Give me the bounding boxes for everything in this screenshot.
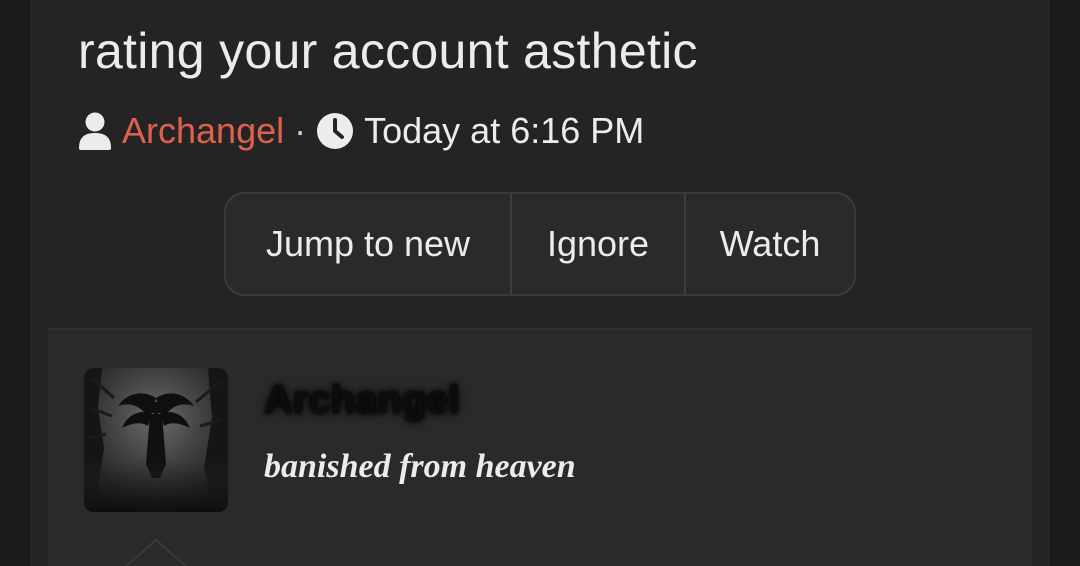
meta-separator: · <box>294 110 307 151</box>
page: rating your account asthetic Archangel ·… <box>0 0 1080 566</box>
thread-title: rating your account asthetic <box>78 23 698 79</box>
avatar[interactable] <box>84 368 228 512</box>
clock-icon <box>316 112 354 150</box>
thread-date[interactable]: Today at 6:16 PM <box>364 110 644 152</box>
user-title: banished from heaven <box>264 448 576 485</box>
thread-actions: Jump to new Ignore Watch <box>224 192 856 296</box>
thread-author-link[interactable]: Archangel <box>122 110 284 152</box>
post-card: Archangel banished from heaven <box>48 328 1032 566</box>
ignore-button[interactable]: Ignore <box>510 194 684 294</box>
thread-meta: Archangel · Today at 6:16 PM <box>78 108 644 154</box>
post-pointer-arrow <box>126 538 186 566</box>
user-icon <box>78 112 112 150</box>
post-author[interactable]: Archangel <box>264 378 460 423</box>
watch-button[interactable]: Watch <box>684 194 854 294</box>
jump-to-new-button[interactable]: Jump to new <box>226 194 510 294</box>
